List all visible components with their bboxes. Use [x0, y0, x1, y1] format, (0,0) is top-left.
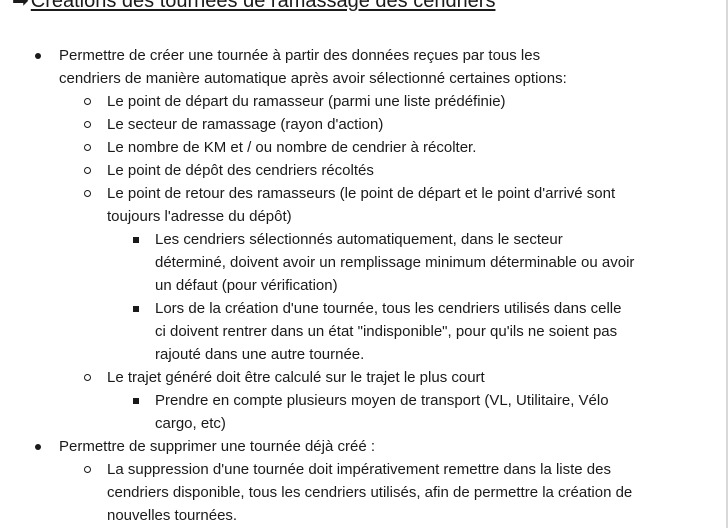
list-item: La suppression d'une tournée doit impéra… [0, 458, 647, 527]
list-item-text: Prendre en compte plusieurs moyen de tra… [155, 392, 609, 432]
list-item: Prendre en compte plusieurs moyen de tra… [0, 389, 645, 435]
list-item-text: Le point de dépôt des cendriers récoltés [107, 162, 374, 179]
list-item-text: Permettre de supprimer une tournée déjà … [59, 438, 376, 455]
list-item: Permettre de supprimer une tournée déjà … [0, 435, 599, 458]
list-item-text: La suppression d'une tournée doit impéra… [107, 461, 633, 524]
list-item-text: Les cendriers sélectionnés automatiqueme… [155, 231, 635, 294]
list-item: Le point de dépôt des cendriers récoltés [0, 159, 647, 182]
list-item-text: Le secteur de ramassage (rayon d'action) [107, 116, 384, 133]
section-title: Créations des tournées de ramassage des … [30, 0, 496, 12]
list-item-text: Lors de la création d'une tournée, tous … [155, 300, 622, 363]
hollow-circle-bullet-icon [84, 98, 91, 105]
list-item-text: Le nombre de KM et / ou nombre de cendri… [107, 139, 477, 156]
list-item-text: Le trajet généré doit être calculé sur l… [107, 369, 485, 386]
list-item: Le secteur de ramassage (rayon d'action) [0, 113, 647, 136]
filled-square-bullet-icon [133, 237, 139, 243]
filled-square-bullet-icon [133, 306, 139, 312]
right-arrow-icon: ➡ [12, 0, 29, 12]
list-item: Le point de départ du ramasseur (parmi u… [0, 90, 647, 113]
hollow-circle-bullet-icon [84, 190, 91, 197]
section-heading: ➡ Créations des tournées de ramassage des… [12, 0, 495, 13]
bullet-list: Permettre de créer une tournée à partir … [0, 44, 728, 527]
list-item: Le nombre de KM et / ou nombre de cendri… [0, 136, 647, 159]
filled-square-bullet-icon [133, 398, 139, 404]
filled-circle-bullet-icon [35, 53, 41, 59]
filled-circle-bullet-icon [35, 444, 41, 450]
list-item: Les cendriers sélectionnés automatiqueme… [0, 228, 635, 297]
hollow-circle-bullet-icon [84, 144, 91, 151]
list-item-text: Le point de départ du ramasseur (parmi u… [107, 93, 506, 110]
list-item-text: Le point de retour des ramasseurs (le po… [107, 185, 616, 225]
hollow-circle-bullet-icon [84, 167, 91, 174]
list-item: Permettre de créer une tournée à partir … [0, 44, 599, 90]
list-item: Lors de la création d'une tournée, tous … [0, 297, 625, 366]
document-page: ➡ Créations des tournées de ramassage des… [0, 0, 728, 528]
list-item: Le trajet généré doit être calculé sur l… [0, 366, 647, 389]
hollow-circle-bullet-icon [84, 466, 91, 473]
list-item-text: Permettre de créer une tournée à partir … [59, 47, 567, 87]
hollow-circle-bullet-icon [84, 121, 91, 128]
list-item: Le point de retour des ramasseurs (le po… [0, 182, 647, 228]
hollow-circle-bullet-icon [84, 374, 91, 381]
